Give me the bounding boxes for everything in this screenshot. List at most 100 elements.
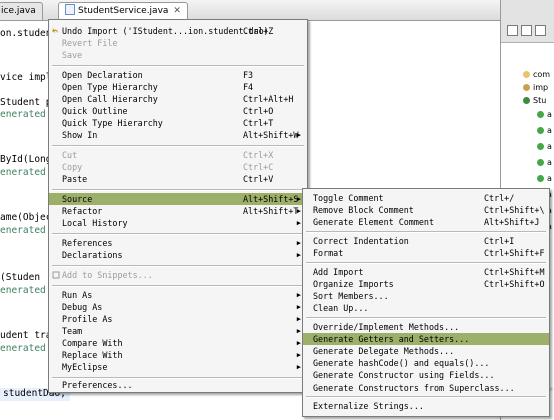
menu-item-references[interactable]: References ▶ [49,237,307,249]
outline-item[interactable]: a [537,158,552,169]
undo-icon [52,28,58,33]
method-icon [537,143,544,150]
menu-separator [306,262,546,264]
menu-item-generate-element-comment[interactable]: Generate Element Comment Alt+Shift+J [303,216,549,228]
tab-label: ice.java [1,6,36,16]
menu-item-organize-imports[interactable]: Organize Imports Ctrl+Shift+O [303,278,549,290]
menu-item-compare-with[interactable]: Compare With ▶ [49,337,307,349]
tab-student-service-java[interactable]: StudentService.java ✕ [58,2,188,20]
menu-item-override-implement-methods[interactable]: Override/Implement Methods... [303,321,549,333]
submenu-arrow-icon: ▶ [296,195,301,203]
outline-item[interactable]: imp [523,83,548,94]
code-line: udent tra [0,330,52,341]
menu-item-format[interactable]: Format Ctrl+Shift+F [303,247,549,259]
menu-item-open-type-hierarchy[interactable]: Open Type Hierarchy F4 [49,81,307,93]
close-icon[interactable]: ✕ [173,6,181,16]
menu-item-paste[interactable]: Paste Ctrl+V [49,173,307,185]
menu-item-quick-outline[interactable]: Quick Outline Ctrl+O [49,105,307,117]
menu-item-replace-with[interactable]: Replace With ▶ [49,349,307,361]
menu-separator [52,285,304,287]
menu-item-generate-delegate-methods[interactable]: Generate Delegate Methods... [303,345,549,357]
menu-item-declarations[interactable]: Declarations ▶ [49,249,307,261]
menu-separator [52,233,304,235]
menu-item-generate-constructors-superclass[interactable]: Generate Constructors from Superclass... [303,382,549,394]
menu-item-externalize-strings[interactable]: Externalize Strings... [303,400,549,412]
submenu-arrow-icon: ▶ [296,239,301,247]
submenu-arrow-icon: ▶ [296,351,301,359]
submenu-arrow-icon: ▶ [296,251,301,259]
menu-item-revert-file[interactable]: Revert File [49,37,307,49]
method-icon [537,127,544,134]
menu-item-myeclipse[interactable]: MyEclipse ▶ [49,361,307,373]
menu-item-open-call-hierarchy[interactable]: Open Call Hierarchy Ctrl+Alt+H [49,93,307,105]
outline-item[interactable]: a [537,142,552,153]
menu-item-generate-hashcode-equals[interactable]: Generate hashCode() and equals()... [303,357,549,369]
menu-item-debug-as[interactable]: Debug As ▶ [49,301,307,313]
menu-item-quick-type-hierarchy[interactable]: Quick Type Hierarchy Ctrl+T [49,117,307,129]
editor-tab-bar: ice.java StudentService.java ✕ [0,0,500,21]
menu-item-open-declaration[interactable]: Open Declaration F3 [49,69,307,81]
menu-item-remove-block-comment[interactable]: Remove Block Comment Ctrl+Shift+\ [303,204,549,216]
code-line: Student p [0,97,52,108]
menu-item-preferences[interactable]: Preferences... [49,379,307,391]
menu-item-copy[interactable]: Copy Ctrl+C [49,161,307,173]
tab-label: StudentService.java [78,6,169,16]
submenu-arrow-icon: ▶ [296,315,301,323]
menu-separator [306,231,546,233]
outline-header [501,0,554,43]
menu-separator [52,65,304,67]
submenu-arrow-icon: ▶ [296,363,301,371]
outline-item[interactable]: a [537,110,552,121]
menu-item-source[interactable]: Source Alt+Shift+S ▶ [49,193,307,205]
menu-separator [52,145,304,147]
menu-separator [306,317,546,319]
submenu-arrow-icon: ▶ [296,327,301,335]
menu-item-local-history[interactable]: Local History ▶ [49,217,307,229]
code-line: (Studen [0,272,41,283]
class-icon [523,97,530,104]
menu-item-cut[interactable]: Cut Ctrl+X [49,149,307,161]
source-submenu: Toggle Comment Ctrl+/ Remove Block Commen… [302,188,550,388]
menu-item-profile-as[interactable]: Profile As ▶ [49,313,307,325]
code-line: vice impl [0,72,52,83]
method-icon [537,159,544,166]
submenu-arrow-icon: ▶ [296,219,301,227]
menu-item-add-import[interactable]: Add Import Ctrl+Shift+M [303,266,549,278]
method-icon [537,111,544,118]
menu-item-undo[interactable]: Undo Import ('IStudent...ion.student.dao… [49,25,307,37]
menu-item-generate-constructor-fields[interactable]: Generate Constructor using Fields... [303,369,549,381]
menu-item-correct-indentation[interactable]: Correct Indentation Ctrl+I [303,235,549,247]
menu-item-save[interactable]: Save [49,49,307,61]
code-line: ame(Objec [0,212,52,223]
menu-separator [306,396,546,398]
menu-item-run-as[interactable]: Run As ▶ [49,289,307,301]
source-submenu-tail: Generate Constructors from Superclass...… [302,383,550,417]
submenu-arrow-icon: ▶ [296,291,301,299]
code-line: ById(Long [0,154,52,165]
imports-icon [523,84,530,91]
menu-item-add-to-snippets[interactable]: Add to Snippets... [49,269,307,281]
outline-item[interactable]: a [537,126,552,137]
menu-separator [52,189,304,191]
java-file-icon [65,4,75,15]
collapse-all-icon[interactable] [507,25,518,36]
submenu-arrow-icon: ▶ [296,207,301,215]
tab-service-java[interactable]: ice.java [0,2,43,20]
menu-item-sort-members[interactable]: Sort Members... [303,290,549,302]
outline-item[interactable]: Stu [523,96,546,107]
sort-icon[interactable] [521,25,532,36]
method-icon [537,175,544,182]
outline-item[interactable]: com [523,70,550,81]
menu-item-team[interactable]: Team ▶ [49,325,307,337]
menu-item-generate-getters-setters[interactable]: Generate Getters and Setters... [303,333,549,345]
snippet-icon [52,271,60,279]
code-line: on.studen [0,28,52,39]
menu-item-toggle-comment[interactable]: Toggle Comment Ctrl+/ [303,192,549,204]
menu-item-show-in[interactable]: Show In Alt+Shift+W ▶ [49,129,307,141]
filter-icon[interactable] [535,25,546,36]
submenu-arrow-icon: ▶ [296,339,301,347]
outline-item[interactable]: a [537,174,552,185]
menu-item-refactor[interactable]: Refactor Alt+Shift+T ▶ [49,205,307,217]
menu-item-clean-up[interactable]: Clean Up... [303,302,549,314]
package-icon [523,71,530,78]
